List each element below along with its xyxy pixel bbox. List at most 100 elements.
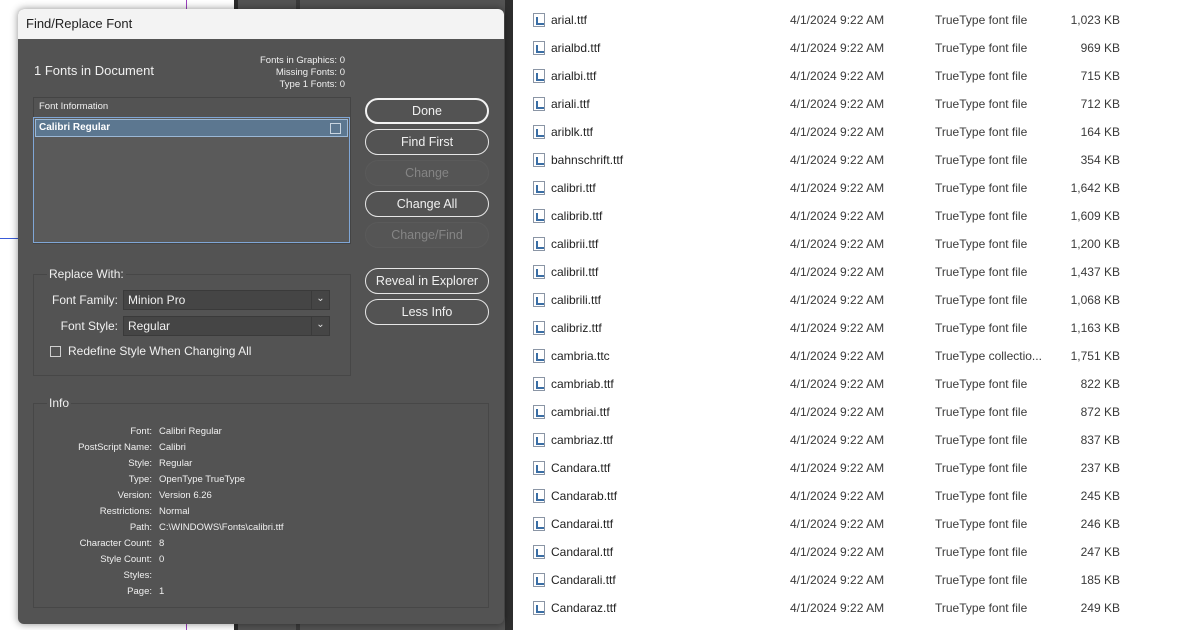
file-date-modified: 4/1/2024 9:22 AM: [790, 97, 885, 111]
file-size: 185 KB: [1080, 573, 1120, 587]
file-row[interactable]: Candarab.ttf 4/1/2024 9:22 AM TrueType fon…: [513, 482, 1195, 510]
file-row[interactable]: Candaral.ttf 4/1/2024 9:22 AM TrueType fon…: [513, 538, 1195, 566]
file-date-modified: 4/1/2024 9:22 AM: [790, 265, 885, 279]
font-file-icon: [533, 405, 545, 419]
reveal-in-explorer-button[interactable]: Reveal in Explorer: [365, 268, 489, 294]
canvas-guide-horizontal: [0, 238, 20, 239]
change-button[interactable]: Change: [365, 160, 489, 186]
info-key: Version:: [117, 490, 152, 501]
file-row[interactable]: calibriz.ttf 4/1/2024 9:22 AM TrueType fon…: [513, 314, 1195, 342]
find-first-button[interactable]: Find First: [365, 129, 489, 155]
file-row[interactable]: bahnschrift.ttf 4/1/2024 9:22 AM TrueType …: [513, 146, 1195, 174]
font-stats: Fonts in Graphics: 0 Missing Fonts: 0 Ty…: [218, 55, 345, 91]
less-info-button[interactable]: Less Info: [365, 299, 489, 325]
font-family-value: Minion Pro: [128, 293, 186, 307]
fonts-in-document-count: 1 Fonts in Document: [34, 63, 154, 78]
file-row[interactable]: cambria.ttc 4/1/2024 9:22 AM TrueType coll…: [513, 342, 1195, 370]
file-type: TrueType font file: [935, 545, 1028, 559]
font-style-select[interactable]: Regular ⌄: [123, 316, 330, 336]
file-name: Candarab.ttf: [551, 489, 618, 503]
file-date-modified: 4/1/2024 9:22 AM: [790, 209, 885, 223]
file-row[interactable]: ariali.ttf 4/1/2024 9:22 AM TrueType font …: [513, 90, 1195, 118]
file-name: arial.ttf: [551, 13, 588, 27]
file-size: 237 KB: [1080, 461, 1120, 475]
file-row[interactable]: Candaraz.ttf 4/1/2024 9:22 AM TrueType fon…: [513, 594, 1195, 622]
font-family-select[interactable]: Minion Pro ⌄: [123, 290, 330, 310]
info-value: OpenType TrueType: [159, 474, 246, 485]
file-name: cambriai.ttf: [551, 405, 610, 419]
file-name: calibriz.ttf: [551, 321, 602, 335]
redefine-style-label: Redefine Style When Changing All: [68, 344, 252, 358]
font-list-item[interactable]: Calibri Regular: [35, 119, 348, 137]
font-file-icon: [533, 237, 545, 251]
font-file-icon: [533, 573, 545, 587]
file-row[interactable]: Candarai.ttf 4/1/2024 9:22 AM TrueType fon…: [513, 510, 1195, 538]
change-all-button[interactable]: Change All: [365, 191, 489, 217]
font-information-label: Font Information: [39, 101, 109, 112]
info-key: Style Count:: [100, 554, 152, 565]
file-date-modified: 4/1/2024 9:22 AM: [790, 601, 885, 615]
file-type: TrueType font file: [935, 433, 1028, 447]
file-name: cambria.ttc: [551, 349, 610, 363]
file-name: cambriaz.ttf: [551, 433, 614, 447]
file-type: TrueType font file: [935, 573, 1028, 587]
change-find-button[interactable]: Change/Find: [365, 222, 489, 248]
file-date-modified: 4/1/2024 9:22 AM: [790, 461, 885, 475]
file-row[interactable]: arial.ttf 4/1/2024 9:22 AM TrueType font f…: [513, 6, 1195, 34]
file-row[interactable]: calibril.ttf 4/1/2024 9:22 AM TrueType fon…: [513, 258, 1195, 286]
font-file-icon: [533, 41, 545, 55]
file-row[interactable]: calibrii.ttf 4/1/2024 9:22 AM TrueType fon…: [513, 230, 1195, 258]
info-value: Normal: [159, 506, 190, 517]
file-row[interactable]: ariblk.ttf 4/1/2024 9:22 AM TrueType font …: [513, 118, 1195, 146]
file-row[interactable]: calibrib.ttf 4/1/2024 9:22 AM TrueType fon…: [513, 202, 1195, 230]
font-file-icon: [533, 349, 545, 363]
file-size: 1,068 KB: [1070, 293, 1120, 307]
file-size: 822 KB: [1080, 377, 1120, 391]
font-file-icon: [533, 209, 545, 223]
chevron-down-icon[interactable]: ⌄: [311, 291, 329, 309]
font-file-icon: [533, 69, 545, 83]
info-key: Styles:: [123, 570, 152, 581]
file-row[interactable]: arialbd.ttf 4/1/2024 9:22 AM TrueType font…: [513, 34, 1195, 62]
info-key: Page:: [127, 586, 152, 597]
font-file-icon: [533, 489, 545, 503]
file-date-modified: 4/1/2024 9:22 AM: [790, 573, 885, 587]
chevron-down-icon[interactable]: ⌄: [311, 317, 329, 335]
file-name: Candarai.ttf: [551, 517, 614, 531]
file-name: calibrili.ttf: [551, 293, 602, 307]
file-row[interactable]: Candara.ttf 4/1/2024 9:22 AM TrueType font…: [513, 454, 1195, 482]
file-type: TrueType font file: [935, 601, 1028, 615]
font-list-item-checkbox[interactable]: [330, 123, 341, 134]
file-type: TrueType font file: [935, 405, 1028, 419]
file-date-modified: 4/1/2024 9:22 AM: [790, 69, 885, 83]
file-row[interactable]: cambriaz.ttf 4/1/2024 9:22 AM TrueType fon…: [513, 426, 1195, 454]
file-name: ariblk.ttf: [551, 125, 594, 139]
info-value: 0: [159, 554, 165, 565]
file-size: 245 KB: [1080, 489, 1120, 503]
file-name: calibril.ttf: [551, 265, 599, 279]
file-type: TrueType font file: [935, 125, 1028, 139]
font-file-icon: [533, 265, 545, 279]
file-row[interactable]: Candarali.ttf 4/1/2024 9:22 AM TrueType fo…: [513, 566, 1195, 594]
file-type: TrueType font file: [935, 517, 1028, 531]
redefine-style-checkbox[interactable]: [50, 346, 61, 357]
file-name: Candarali.ttf: [551, 573, 616, 587]
file-type: TrueType font file: [935, 41, 1028, 55]
font-style-value: Regular: [128, 319, 171, 333]
font-file-icon: [533, 321, 545, 335]
file-row[interactable]: calibri.ttf 4/1/2024 9:22 AM TrueType font…: [513, 174, 1195, 202]
info-key: Font:: [130, 426, 152, 437]
done-button[interactable]: Done: [365, 98, 489, 124]
info-key: Style:: [128, 458, 152, 469]
file-row[interactable]: arialbi.ttf 4/1/2024 9:22 AM TrueType font…: [513, 62, 1195, 90]
file-row[interactable]: calibrili.ttf 4/1/2024 9:22 AM TrueType fo…: [513, 286, 1195, 314]
info-key: Type:: [128, 474, 152, 485]
info-title: Info: [47, 396, 72, 410]
file-row[interactable]: cambriab.ttf 4/1/2024 9:22 AM TrueType fon…: [513, 370, 1195, 398]
info-value: C:\WINDOWS\Fonts\calibri.ttf: [159, 522, 284, 533]
file-name: calibrii.ttf: [551, 237, 599, 251]
file-row[interactable]: cambriai.ttf 4/1/2024 9:22 AM TrueType fon…: [513, 398, 1195, 426]
file-type: TrueType font file: [935, 153, 1028, 167]
font-list[interactable]: Calibri Regular: [33, 117, 350, 243]
file-type: TrueType font file: [935, 461, 1028, 475]
